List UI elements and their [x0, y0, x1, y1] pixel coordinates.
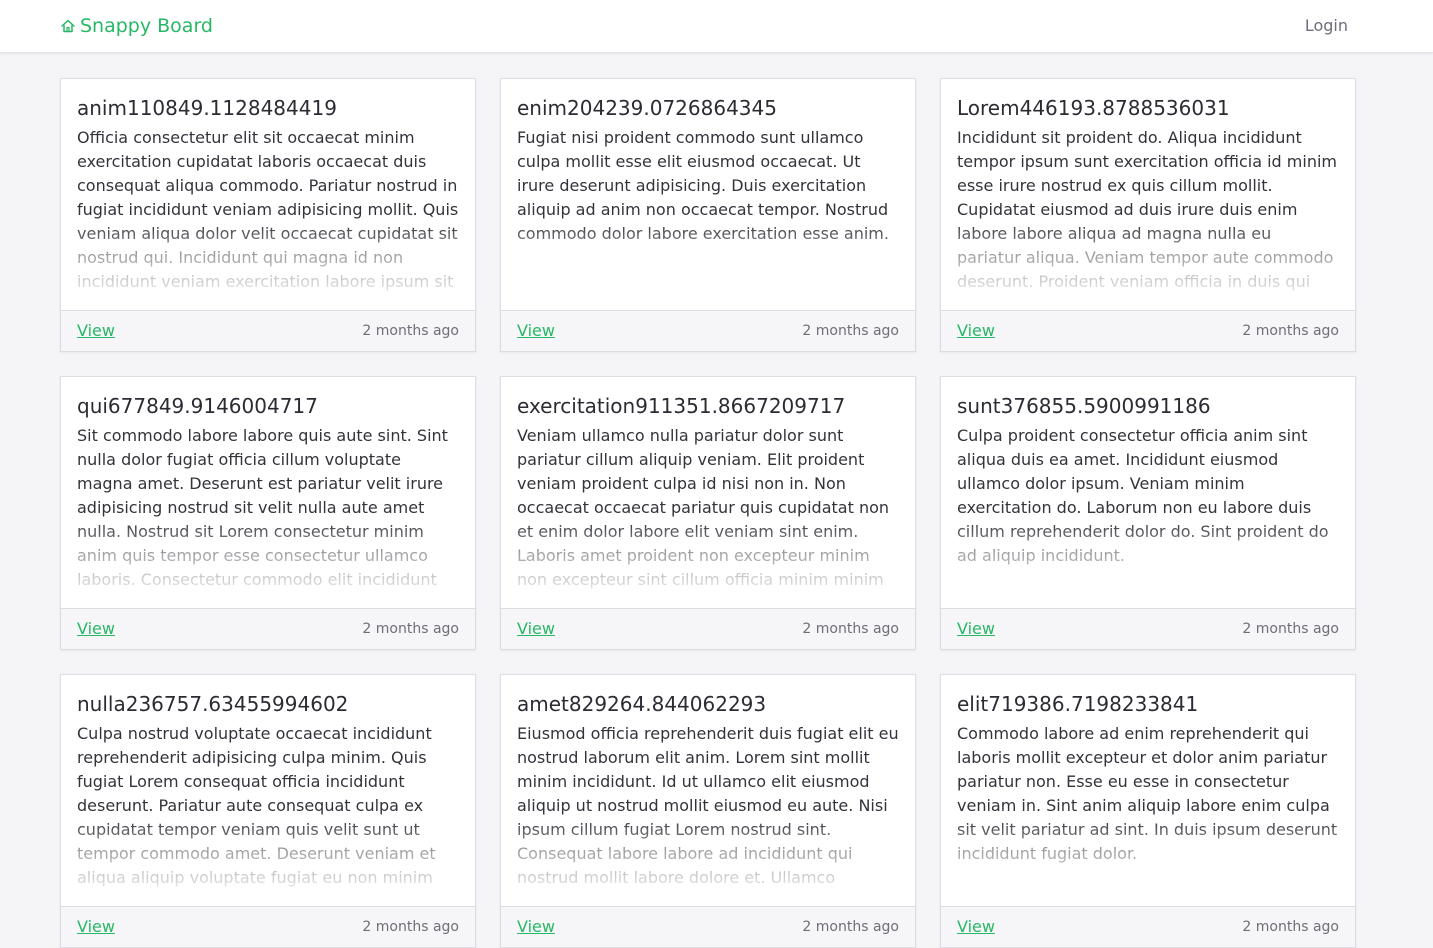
card-title: amet829264.844062293: [517, 692, 767, 716]
board-card: elit719386.7198233841 Commodo labore ad …: [940, 674, 1356, 948]
view-link[interactable]: View: [957, 916, 995, 938]
card-title: Lorem446193.8788536031: [957, 96, 1230, 120]
board-grid: anim110849.1128484419 Officia consectetu…: [60, 78, 1356, 948]
card-title: qui677849.9146004717: [77, 394, 318, 418]
card-text: Sit commodo labore labore quis aute sint…: [77, 426, 448, 589]
card-footer: View 2 months ago: [61, 906, 475, 947]
view-link[interactable]: View: [77, 320, 115, 342]
card-text: Commodo labore ad enim reprehenderit qui…: [957, 724, 1338, 863]
card-footer: View 2 months ago: [501, 608, 915, 649]
card-footer: View 2 months ago: [941, 310, 1355, 351]
card-body: nulla236757.63455994602 Culpa nostrud vo…: [61, 675, 475, 906]
view-link[interactable]: View: [957, 618, 995, 640]
view-link[interactable]: View: [517, 916, 555, 938]
card-body: amet829264.844062293 Eiusmod officia rep…: [501, 675, 915, 906]
card-body: enim204239.0726864345 Fugiat nisi proide…: [501, 79, 915, 310]
login-link[interactable]: Login: [1305, 15, 1348, 37]
board-card: anim110849.1128484419 Officia consectetu…: [60, 78, 476, 352]
brand-link[interactable]: Snappy Board: [60, 14, 213, 38]
card-timestamp: 2 months ago: [802, 323, 899, 339]
card-title: elit719386.7198233841: [957, 692, 1199, 716]
view-link[interactable]: View: [957, 320, 995, 342]
card-body: Lorem446193.8788536031 Incididunt sit pr…: [941, 79, 1355, 310]
card-body: anim110849.1128484419 Officia consectetu…: [61, 79, 475, 310]
card-timestamp: 2 months ago: [362, 919, 459, 935]
card-footer: View 2 months ago: [501, 310, 915, 351]
card-text: Veniam ullamco nulla pariatur dolor sunt…: [517, 426, 890, 589]
card-timestamp: 2 months ago: [1242, 621, 1339, 637]
card-body: qui677849.9146004717 Sit commodo labore …: [61, 377, 475, 608]
card-timestamp: 2 months ago: [1242, 919, 1339, 935]
card-title: nulla236757.63455994602: [77, 692, 349, 716]
view-link[interactable]: View: [517, 618, 555, 640]
card-title: anim110849.1128484419: [77, 96, 337, 120]
view-link[interactable]: View: [77, 618, 115, 640]
card-body: exercitation911351.8667209717 Veniam ull…: [501, 377, 915, 608]
home-icon: [60, 18, 76, 34]
card-timestamp: 2 months ago: [362, 621, 459, 637]
card-footer: View 2 months ago: [61, 608, 475, 649]
board-card: nulla236757.63455994602 Culpa nostrud vo…: [60, 674, 476, 948]
board-card: qui677849.9146004717 Sit commodo labore …: [60, 376, 476, 650]
card-timestamp: 2 months ago: [802, 621, 899, 637]
view-link[interactable]: View: [517, 320, 555, 342]
board-card: sunt376855.5900991186 Culpa proident con…: [940, 376, 1356, 650]
card-timestamp: 2 months ago: [362, 323, 459, 339]
card-footer: View 2 months ago: [501, 906, 915, 947]
card-title: exercitation911351.8667209717: [517, 394, 846, 418]
board-card: exercitation911351.8667209717 Veniam ull…: [500, 376, 916, 650]
brand-title: Snappy Board: [80, 15, 213, 37]
card-footer: View 2 months ago: [941, 906, 1355, 947]
card-timestamp: 2 months ago: [802, 919, 899, 935]
card-title: enim204239.0726864345: [517, 96, 777, 120]
board-card: Lorem446193.8788536031 Incididunt sit pr…: [940, 78, 1356, 352]
card-body: elit719386.7198233841 Commodo labore ad …: [941, 675, 1355, 906]
board-card: enim204239.0726864345 Fugiat nisi proide…: [500, 78, 916, 352]
card-text: Officia consectetur elit sit occaecat mi…: [77, 128, 459, 291]
card-timestamp: 2 months ago: [1242, 323, 1339, 339]
card-body: sunt376855.5900991186 Culpa proident con…: [941, 377, 1355, 608]
navbar: Snappy Board Login: [0, 0, 1433, 53]
card-title: sunt376855.5900991186: [957, 394, 1211, 418]
card-text: Fugiat nisi proident commodo sunt ullamc…: [517, 128, 889, 243]
view-link[interactable]: View: [77, 916, 115, 938]
card-footer: View 2 months ago: [941, 608, 1355, 649]
card-text: Culpa nostrud voluptate occaecat incidid…: [77, 724, 436, 887]
card-text: Culpa proident consectetur officia anim …: [957, 426, 1329, 565]
card-text: Incididunt sit proident do. Aliqua incid…: [957, 128, 1337, 291]
board-card: amet829264.844062293 Eiusmod officia rep…: [500, 674, 916, 948]
card-footer: View 2 months ago: [61, 310, 475, 351]
card-text: Eiusmod officia reprehenderit duis fugia…: [517, 724, 899, 887]
